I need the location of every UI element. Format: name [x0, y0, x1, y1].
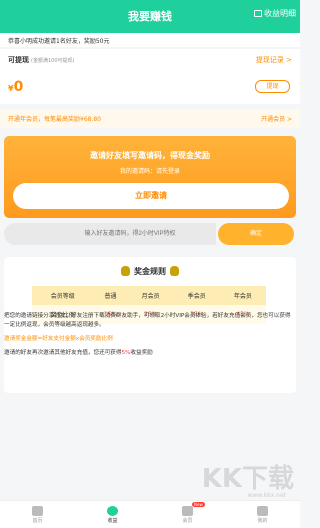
invite-card: 邀请好友填写邀请码，得现金奖励 我的邀请码：请先登录 立即邀请	[4, 136, 296, 218]
open-vip-link[interactable]: 开通会员 >	[261, 114, 292, 123]
balance-amount: ¥0	[8, 79, 23, 95]
tab-mine[interactable]: 我的	[225, 501, 300, 528]
table-header-cell: 年会员	[219, 286, 266, 305]
withdraw-card: 可提现 (金额满100可提现) 提现记录 > ¥0 提现	[0, 49, 300, 104]
notice-bar: 恭喜小明成功邀请1名好友，奖励50元	[0, 33, 300, 47]
rules-title-text: 奖金规则	[134, 267, 166, 276]
withdraw-button[interactable]: 提现	[255, 80, 290, 93]
table-header-cell: 月会员	[127, 286, 174, 305]
money-bag-icon	[170, 265, 179, 276]
app-header: 我要赚钱 收益明细	[0, 0, 300, 33]
table-header-cell: 普通	[93, 286, 128, 305]
invite-title: 邀请好友填写邀请码，得现金奖励	[90, 151, 210, 160]
vip-promo-text: 开通年会员，每笔最高奖励¥68.80	[8, 116, 101, 123]
confirm-code-button[interactable]: 确定	[218, 223, 294, 245]
money-icon	[107, 505, 118, 516]
rules-text-3c: 收益奖励	[130, 350, 153, 356]
list-icon	[254, 10, 262, 17]
invite-code-input[interactable]	[4, 223, 216, 245]
vip-promo-bar[interactable]: 开通年会员，每笔最高奖励¥68.80 开通会员 >	[0, 109, 300, 128]
rules-description: 把您的邀请链接分享好友，好友注册下载消费群友助手，可领取2小时VIP会员体验，若…	[4, 312, 296, 363]
watermark-logo: KK下载	[201, 464, 294, 494]
code-entry-row: 确定	[4, 223, 296, 245]
rules-text-3a: 邀请的好友再次邀请其他好友充值，您还可获得	[4, 350, 122, 356]
tab-home[interactable]: 首页	[0, 501, 75, 528]
bottom-tab-bar: 首页 收益 New 会员 我的	[0, 500, 300, 528]
table-header-cell: 会员等级	[32, 286, 94, 305]
table-header-cell: 季会员	[173, 286, 220, 305]
user-icon	[257, 505, 268, 516]
invite-now-button[interactable]: 立即邀请	[13, 183, 289, 209]
tab-label: 收益	[107, 517, 118, 524]
income-detail-label: 收益明细	[264, 9, 296, 18]
invite-code-line: 我的邀请码：请先登录	[4, 166, 296, 175]
withdraw-title: 可提现	[8, 56, 29, 64]
money-bag-icon	[121, 265, 130, 276]
tab-earnings[interactable]: 收益	[75, 501, 150, 528]
rules-title: 奖金规则	[4, 265, 296, 277]
tab-label: 首页	[32, 517, 43, 524]
withdraw-record-link[interactable]: 提现记录 >	[256, 55, 292, 65]
tab-label: 会员	[182, 517, 193, 524]
rules-text-2: 邀请奖金金额=好友支付金额x会员奖励比例	[4, 336, 113, 342]
withdraw-sub: (金额满100可提现)	[31, 58, 75, 64]
income-detail-link[interactable]: 收益明细	[254, 8, 296, 19]
withdraw-label: 可提现 (金额满100可提现)	[8, 55, 74, 65]
tab-label: 我的	[257, 517, 268, 524]
rules-table-header: 会员等级 普通 月会员 季会员 年会员	[32, 286, 266, 305]
home-icon	[32, 505, 43, 516]
rules-text-1: 把您的邀请链接分享好友，好友注册下载消费群友助手，可领取2小时VIP会员体验，若…	[4, 313, 291, 328]
invite-code-prefix: 我的邀请码：	[119, 168, 156, 175]
invite-code-value[interactable]: 请先登录	[156, 168, 180, 175]
new-badge: New	[192, 502, 205, 507]
rules-text-3: 邀请的好友再次邀请其他好友充值，您还可获得5%收益奖励	[4, 349, 296, 358]
tab-vip[interactable]: New 会员	[150, 501, 225, 528]
crown-icon	[182, 505, 193, 516]
watermark-url: www.kkx.net	[247, 492, 286, 499]
balance-value: 0	[13, 79, 24, 95]
